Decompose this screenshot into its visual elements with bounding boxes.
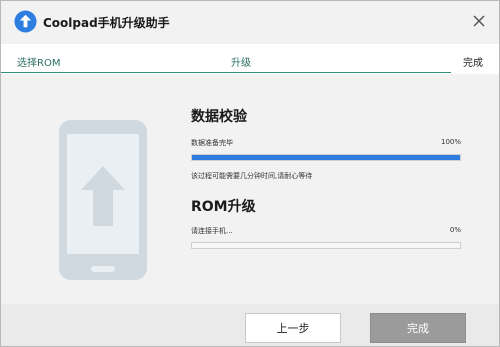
verify-section-title: 数据校验 [191,109,247,125]
upgrade-section-title: ROM升级 [191,199,256,215]
upgrade-progress-bar [191,242,461,249]
upgrade-window: Coolpad手机升级助手 选择ROM 升级 完成 数据校验 数据准备完毕 10… [0,0,500,347]
upload-arrow-icon [14,10,37,33]
footer-bar: 上一步 完成 [1,304,499,346]
main-content: 数据校验 数据准备完毕 100% 该过程可能需要几分钟时间,请耐心等待 ROM升… [1,74,499,304]
step-upgrade: 升级 [231,58,251,69]
app-title: Coolpad手机升级助手 [43,16,170,30]
verify-progress-bar [191,154,461,161]
step-progress-line [1,72,451,73]
title-bar: Coolpad手机升级助手 [1,1,499,44]
verify-status-text: 数据准备完毕 [191,139,233,147]
verify-note: 该过程可能需要几分钟时间,请耐心等待 [191,172,313,180]
verify-progress-fill [192,155,460,160]
close-icon[interactable] [469,11,489,31]
upgrade-status-text: 请连接手机... [191,227,233,235]
verify-percent: 100% [440,138,461,146]
step-finish: 完成 [463,58,483,69]
phone-upgrade-icon [59,120,147,280]
finish-button[interactable]: 完成 [370,313,466,343]
step-indicator: 选择ROM 升级 完成 [1,44,499,74]
previous-button[interactable]: 上一步 [245,313,341,343]
upgrade-percent: 0% [449,226,461,234]
step-select-rom: 选择ROM [17,58,61,69]
